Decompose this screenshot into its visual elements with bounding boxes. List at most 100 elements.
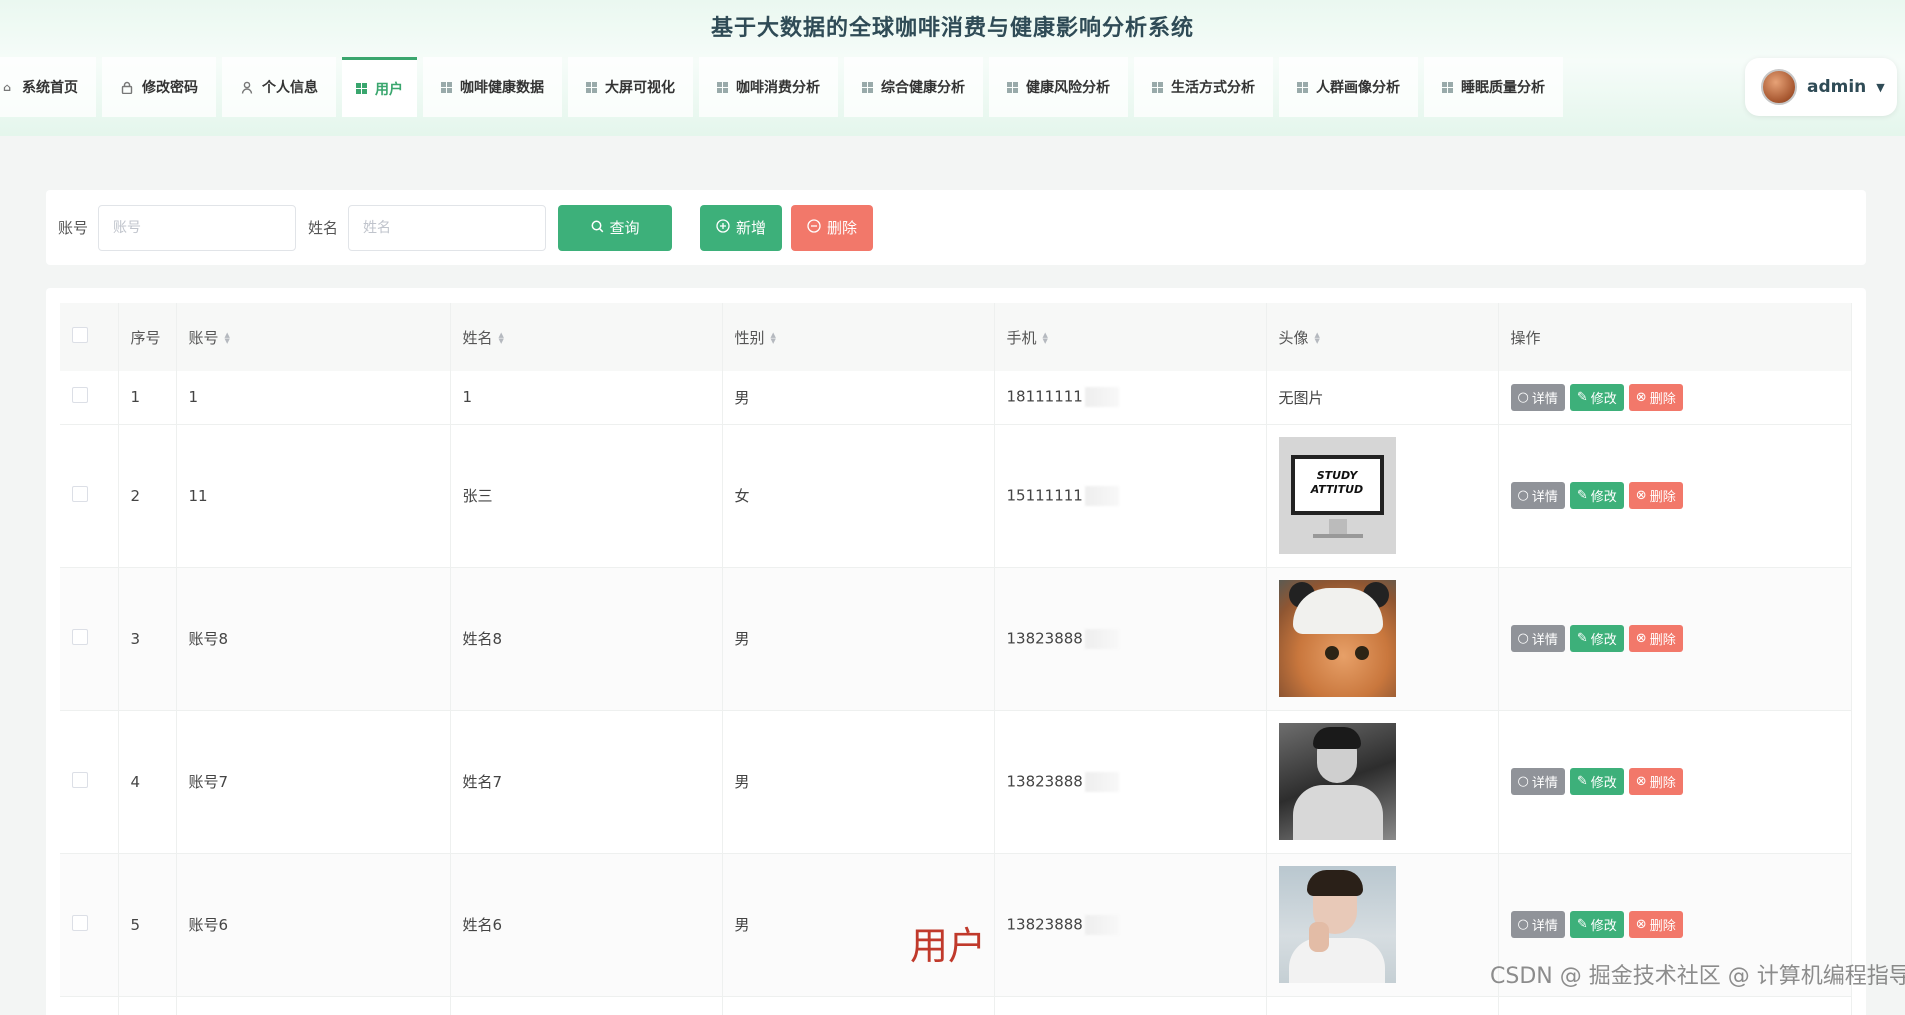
name-search-input[interactable] [348, 204, 547, 251]
cell-account: 1 [176, 371, 451, 425]
delete-button[interactable]: ⊗ 删除 [1628, 383, 1683, 411]
column-header-gender[interactable]: 性别 ▲ ▼ [722, 303, 995, 371]
row-checkbox[interactable] [72, 914, 88, 931]
delete-label: 删除 [1649, 776, 1676, 791]
sort-icon[interactable]: ▲ ▼ [499, 332, 504, 345]
person-hand [1308, 922, 1329, 952]
column-header-label: 性别 [734, 328, 765, 347]
nav-item-overall-health[interactable]: 综合健康分析 [844, 57, 983, 117]
search-icon: ○ [1517, 488, 1529, 503]
row-select-cell[interactable] [60, 567, 119, 711]
grid-icon [441, 81, 452, 93]
app-header: 基于大数据的全球咖啡消费与健康影响分析系统 ⌂ 系统首页 修改密码 个人信息 用… [0, 0, 1905, 136]
avatar-image[interactable] [1278, 580, 1396, 697]
row-select-cell[interactable] [60, 710, 119, 854]
user-name: admin [1807, 77, 1867, 97]
batch-delete-button[interactable]: 删除 [791, 204, 874, 251]
nav-item-label: 综合健康分析 [881, 80, 965, 96]
delete-button[interactable]: ⊗ 删除 [1628, 768, 1683, 795]
delete-button[interactable]: ⊗ 删除 [1628, 625, 1683, 652]
avatar-image[interactable] [1278, 866, 1396, 983]
search-icon [591, 219, 604, 237]
nav-item-users[interactable]: 用户 [342, 57, 417, 117]
account-label: 账号 [58, 219, 89, 237]
add-button[interactable]: 新增 [700, 204, 783, 251]
edit-button[interactable]: ✎ 修改 [1569, 383, 1624, 411]
cell-avatar: STUDY ATTITUD [1266, 424, 1499, 568]
edit-button[interactable]: ✎ 修改 [1569, 625, 1624, 652]
cell-actions: ○ 详情 ✎ 修改 ⊗ 删除 [1498, 710, 1852, 854]
table-row: 1 1 1 男 18111111 无图片 ○ 详情 ✎ 修改 ⊗ 删除 [60, 371, 1852, 425]
sort-icon[interactable]: ▲ ▼ [1043, 332, 1048, 345]
cell-index: 5 [118, 853, 177, 997]
lock-icon [120, 80, 134, 94]
delete-label: 删除 [1649, 391, 1676, 407]
search-icon: ○ [1517, 917, 1529, 932]
nav-item-population-profile[interactable]: 人群画像分析 [1279, 57, 1418, 117]
cell-name [450, 996, 723, 1015]
account-search-input[interactable] [98, 204, 297, 251]
cell-name: 张三 [450, 424, 723, 568]
nav-item-label: 咖啡健康数据 [460, 80, 544, 96]
search-icon: ○ [1517, 389, 1529, 405]
cat-eye [1354, 646, 1369, 660]
edit-label: 修改 [1590, 776, 1617, 791]
home-icon: ⌂ [3, 80, 11, 94]
nav-item-coffee-consumption[interactable]: 咖啡消费分析 [699, 57, 838, 117]
phone-text: 15111111 [1006, 486, 1083, 504]
user-menu[interactable]: admin ▼ [1745, 58, 1897, 116]
edit-label: 修改 [1590, 391, 1617, 407]
nav-item-dashboard[interactable]: 大屏可视化 [568, 57, 693, 117]
nav-item-lifestyle[interactable]: 生活方式分析 [1134, 57, 1273, 117]
edit-button[interactable]: ✎ 修改 [1569, 768, 1624, 795]
cell-avatar: 无图片 [1266, 371, 1499, 425]
nav-item-home[interactable]: ⌂ 系统首页 [0, 57, 96, 117]
cell-phone: 13823888 [994, 853, 1267, 997]
sort-icon[interactable]: ▲ ▼ [771, 332, 776, 345]
detail-button[interactable]: ○ 详情 [1510, 625, 1565, 652]
grid-icon [586, 81, 597, 93]
avatar-image[interactable]: STUDY ATTITUD [1278, 437, 1396, 554]
nav-item-change-password[interactable]: 修改密码 [102, 57, 216, 117]
nav-item-label: 咖啡消费分析 [736, 80, 820, 96]
column-header-phone[interactable]: 手机 ▲ ▼ [994, 303, 1267, 371]
delete-button[interactable]: ⊗ 删除 [1628, 482, 1683, 509]
nav-item-sleep-quality[interactable]: 睡眠质量分析 [1424, 57, 1563, 117]
select-all-checkbox[interactable] [72, 327, 88, 343]
query-button[interactable]: 查询 [558, 204, 673, 251]
row-checkbox[interactable] [72, 628, 88, 645]
sort-icon[interactable]: ▲ ▼ [1315, 332, 1320, 345]
cell-name: 1 [450, 371, 723, 425]
select-all-cell[interactable] [60, 303, 119, 371]
detail-button[interactable]: ○ 详情 [1510, 911, 1565, 938]
detail-button[interactable]: ○ 详情 [1510, 383, 1565, 411]
nav-item-health-risk[interactable]: 健康风险分析 [989, 57, 1128, 117]
column-header-avatar[interactable]: 头像 ▲ ▼ [1266, 303, 1499, 371]
nav-item-coffee-health-data[interactable]: 咖啡健康数据 [423, 57, 562, 117]
nav-item-label: 人群画像分析 [1316, 80, 1400, 96]
grid-icon [1297, 81, 1308, 93]
row-checkbox[interactable] [72, 771, 88, 788]
row-checkbox[interactable] [72, 387, 88, 404]
nav-item-profile[interactable]: 个人信息 [222, 57, 336, 117]
sort-icon[interactable]: ▲ ▼ [225, 332, 230, 345]
row-select-cell[interactable] [60, 424, 119, 568]
edit-icon: ✎ [1576, 488, 1588, 503]
row-checkbox[interactable] [72, 485, 88, 502]
detail-button[interactable]: ○ 详情 [1510, 482, 1565, 509]
grid-icon [1007, 81, 1018, 93]
column-header-name[interactable]: 姓名 ▲ ▼ [450, 303, 723, 371]
column-header-label: 账号 [188, 328, 219, 347]
phone-text: 18111111 [1006, 387, 1083, 406]
avatar-image[interactable] [1278, 723, 1396, 840]
edit-button[interactable]: ✎ 修改 [1569, 911, 1624, 938]
delete-button[interactable]: ⊗ 删除 [1628, 911, 1683, 938]
row-select-cell[interactable] [60, 371, 119, 425]
detail-button[interactable]: ○ 详情 [1510, 768, 1565, 795]
cell-phone: 13823888 [994, 567, 1267, 711]
column-header-account[interactable]: 账号 ▲ ▼ [176, 303, 451, 371]
edit-button[interactable]: ✎ 修改 [1569, 482, 1624, 509]
row-select-cell[interactable] [60, 853, 119, 997]
table-row [60, 996, 1852, 1015]
grid-icon [717, 81, 728, 93]
